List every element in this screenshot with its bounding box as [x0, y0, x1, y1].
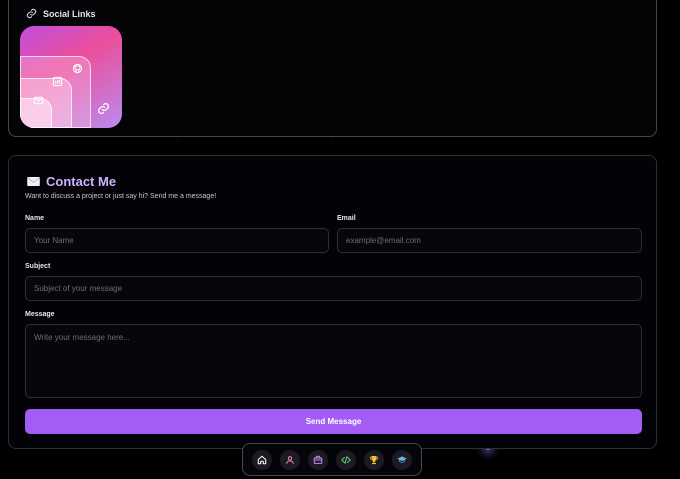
name-label: Name: [25, 215, 45, 222]
linkedin-icon[interactable]: [52, 76, 63, 87]
nav-education-button[interactable]: [392, 449, 412, 470]
contact-card: Contact Me Want to discuss a project or …: [8, 155, 657, 449]
send-message-button[interactable]: Send Message: [25, 409, 642, 434]
social-links-header: Social Links: [26, 8, 96, 19]
link-icon[interactable]: [97, 102, 110, 115]
social-links-folder[interactable]: [20, 26, 122, 128]
nav-home-button[interactable]: [252, 449, 272, 470]
nav-projects-button[interactable]: [308, 449, 328, 470]
nav-achievements-button[interactable]: [364, 449, 384, 470]
name-input[interactable]: [25, 228, 329, 253]
home-icon: [257, 455, 267, 464]
social-links-card: Social Links: [8, 0, 657, 137]
social-links-title: Social Links: [43, 8, 96, 19]
nav-about-button[interactable]: [280, 449, 300, 470]
contact-subtitle: Want to discuss a project or just say hi…: [25, 193, 217, 200]
subject-input[interactable]: [25, 276, 642, 301]
trophy-icon: [369, 455, 379, 464]
user-icon: [286, 455, 294, 464]
email-input[interactable]: [337, 228, 642, 253]
envelope-icon: [27, 177, 40, 186]
github-icon[interactable]: [72, 63, 83, 74]
message-textarea[interactable]: [25, 324, 642, 398]
contact-header: Contact Me: [27, 174, 116, 189]
code-icon: [341, 455, 351, 464]
mail-icon[interactable]: [33, 95, 44, 106]
message-label: Message: [25, 311, 55, 318]
email-label: Email: [337, 215, 356, 222]
nav-skills-button[interactable]: [336, 449, 356, 470]
subject-label: Subject: [25, 263, 51, 270]
link-icon: [26, 8, 37, 19]
briefcase-icon: [313, 455, 323, 464]
graduation-cap-icon: [397, 455, 407, 463]
bottom-nav-dock: [242, 443, 422, 476]
contact-title: Contact Me: [46, 174, 117, 189]
